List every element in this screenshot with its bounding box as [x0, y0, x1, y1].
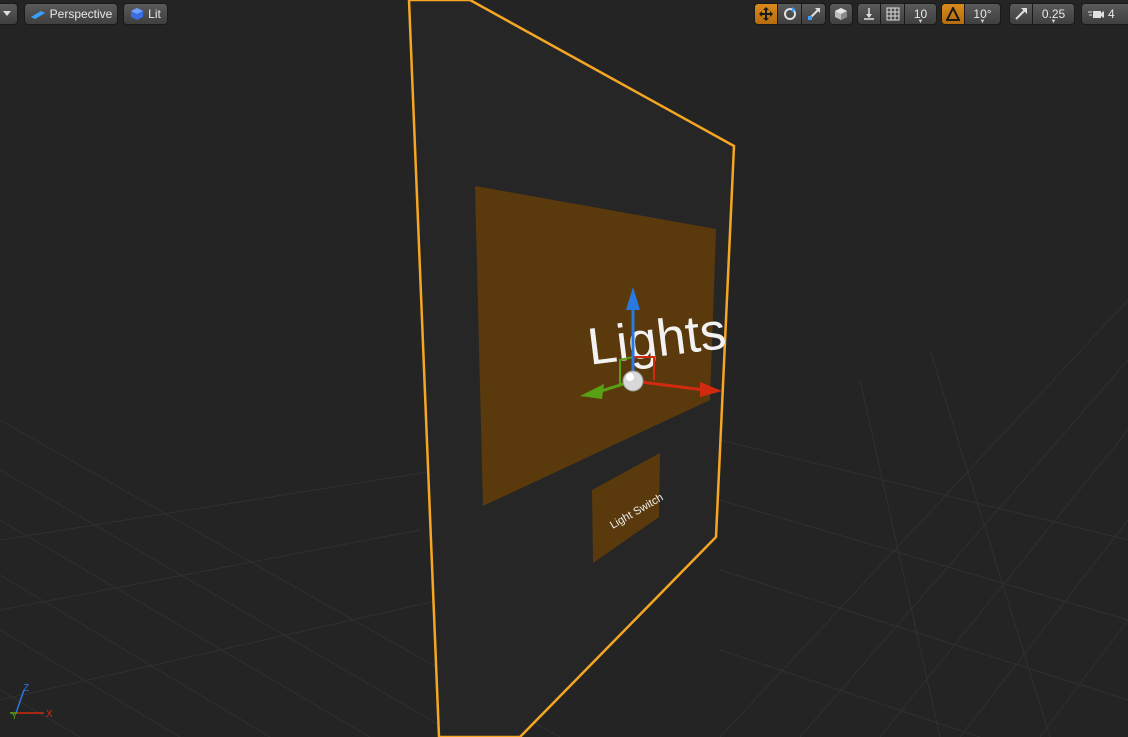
rotate-tool-button[interactable]: [778, 3, 802, 25]
axis-indicator: X Y Z: [10, 683, 53, 722]
surface-snap-icon: [862, 7, 876, 21]
scale-snap-icon: [1014, 7, 1028, 21]
world-cube-icon: [834, 7, 848, 21]
move-arrows-icon: [759, 7, 773, 21]
chevron-down-icon: ▼: [917, 19, 924, 25]
angle-icon: [946, 7, 960, 21]
surface-snap-button[interactable]: [857, 3, 881, 25]
rotation-snap-toggle[interactable]: [941, 3, 965, 25]
rotation-snap-group: 10° ▼: [941, 3, 1001, 25]
axis-x-label: X: [46, 709, 53, 720]
lit-mode-label: Lit: [148, 7, 161, 21]
perspective-view-button[interactable]: Perspective: [24, 3, 118, 25]
grid-icon: [886, 7, 900, 21]
viewport-canvas[interactable]: Lights Light Switch X Y Z: [0, 0, 1128, 737]
scale-snap-toggle[interactable]: [1009, 3, 1033, 25]
viewport-options-dropdown[interactable]: [0, 3, 18, 25]
rotate-icon: [783, 7, 797, 21]
translate-tool-button[interactable]: [754, 3, 778, 25]
gizmo-center-handle[interactable]: [622, 370, 644, 392]
camera-speed-icon: [1088, 8, 1104, 20]
perspective-view-label: Perspective: [49, 7, 113, 21]
scale-icon: [807, 7, 821, 21]
chevron-down-icon: ▼: [1050, 19, 1057, 25]
axis-y-label: Y: [11, 711, 18, 722]
perspective-icon: [30, 8, 46, 20]
scale-tool-button[interactable]: [802, 3, 826, 25]
rotation-snap-value-dropdown[interactable]: 10° ▼: [965, 3, 1001, 25]
grid-snap-group: 10 ▼: [857, 3, 937, 25]
scale-snap-value-dropdown[interactable]: 0.25 ▼: [1033, 3, 1075, 25]
lit-mode-button[interactable]: Lit: [123, 3, 168, 25]
chevron-down-icon: ▼: [979, 19, 986, 25]
lit-cube-icon: [130, 7, 144, 21]
grid-snap-value-dropdown[interactable]: 10 ▼: [905, 3, 937, 25]
transform-tools-group: [754, 3, 826, 25]
gizmo-center-highlight: [626, 373, 634, 381]
camera-speed-value: 4: [1108, 7, 1115, 21]
axis-z-label: Z: [23, 683, 29, 694]
grid-snap-toggle[interactable]: [881, 3, 905, 25]
chevron-down-icon: [3, 11, 11, 17]
coordinate-space-button[interactable]: [829, 3, 853, 25]
scale-snap-group: 0.25 ▼: [1009, 3, 1075, 25]
camera-speed-button[interactable]: 4: [1081, 3, 1128, 25]
